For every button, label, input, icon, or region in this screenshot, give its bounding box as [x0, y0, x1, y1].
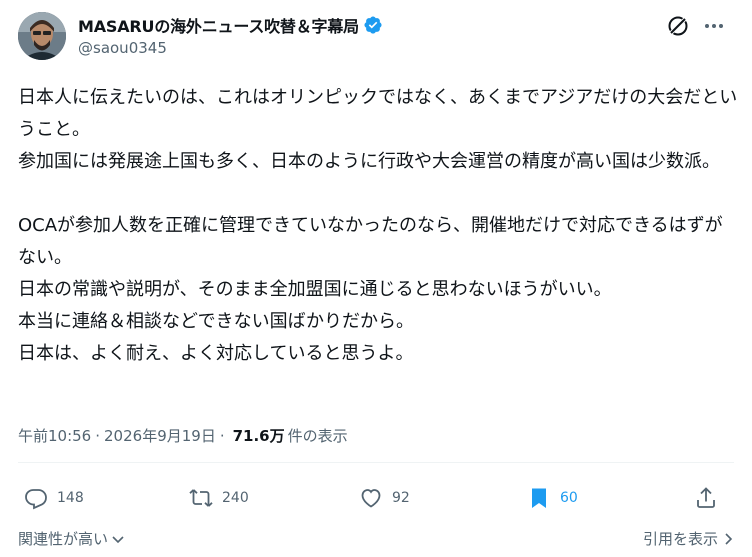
bookmark-button[interactable]: 60 [527, 484, 578, 512]
chevron-right-icon [725, 532, 733, 545]
meta-separator: · [95, 426, 101, 445]
verified-badge-icon[interactable] [363, 15, 383, 35]
share-icon [697, 487, 715, 508]
display-name[interactable]: MASARUの海外ニュース吹替＆字幕局 [78, 13, 359, 37]
chevron-down-icon [112, 535, 124, 543]
grok-icon[interactable] [666, 14, 690, 38]
author-handle[interactable]: @saou0345 [78, 39, 167, 57]
bookmark-icon [532, 488, 546, 508]
like-icon [361, 489, 381, 508]
views-count: 71.6万 [232, 427, 285, 445]
reply-icon [25, 489, 47, 510]
sort-replies-dropdown[interactable]: 関連性が高い [18, 528, 126, 549]
tweet-time[interactable]: 午前10:56 [18, 425, 91, 446]
quote-label: 引用を表示 [642, 530, 718, 548]
sort-label: 関連性が高い [18, 530, 109, 548]
reply-button[interactable]: 148 [24, 484, 84, 512]
tweet-meta: 午前10:56 · 2026年9月19日 · 71.6万 件の表示 [18, 425, 348, 446]
tweet-text: 日本人に伝えたいのは、これはオリンピックではなく、あくまでアジアだけの大会だとい… [18, 87, 738, 364]
avatar[interactable] [18, 12, 66, 60]
repost-button[interactable]: 240 [189, 484, 249, 512]
avatar-image [18, 12, 66, 60]
like-count: 92 [392, 490, 410, 506]
more-icon[interactable] [702, 14, 726, 38]
meta-separator: · [219, 426, 225, 445]
repost-count: 240 [222, 490, 249, 506]
bookmark-count: 60 [560, 490, 578, 506]
like-button[interactable]: 92 [359, 484, 410, 512]
divider [18, 462, 734, 463]
views-label: 件の表示 [287, 427, 348, 445]
share-button[interactable] [694, 484, 718, 512]
author-name-row[interactable]: MASARUの海外ニュース吹替＆字幕局 [78, 13, 383, 37]
view-quotes-link[interactable]: 引用を表示 [643, 528, 736, 549]
repost-icon [189, 489, 213, 507]
tweet-date[interactable]: 2026年9月19日 [104, 425, 216, 446]
reply-count: 148 [57, 490, 84, 506]
